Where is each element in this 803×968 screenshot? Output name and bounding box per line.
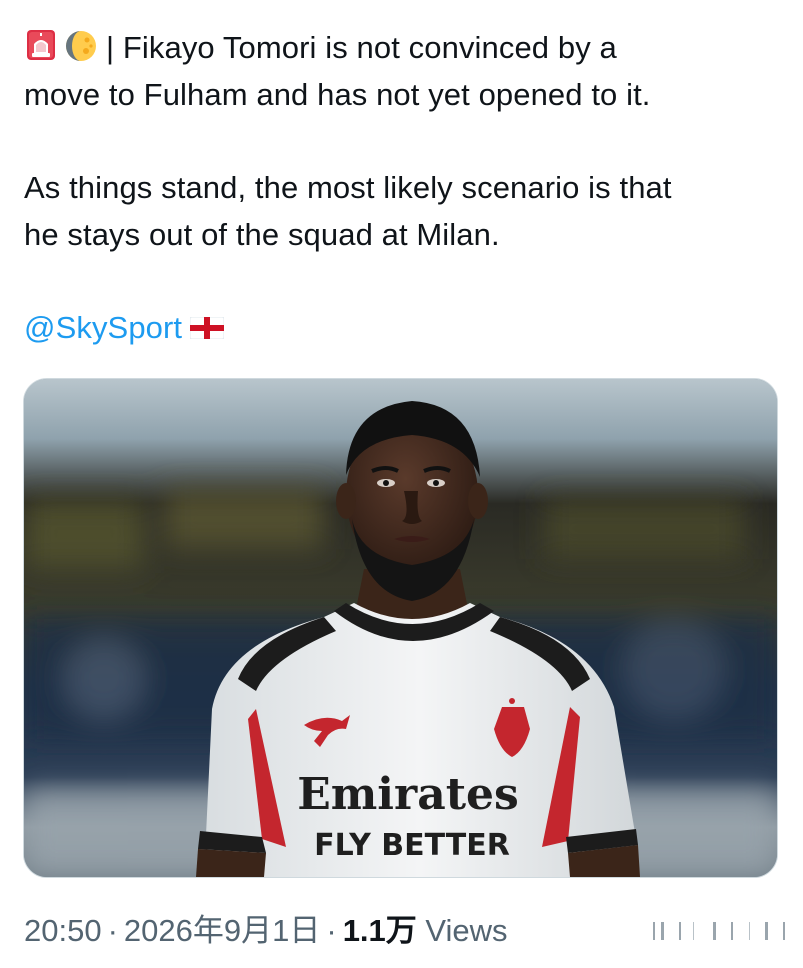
- tweet-photo[interactable]: Emirates FLY BETTER: [23, 378, 778, 878]
- tweet: | Fikayo Tomori is not convinced by a mo…: [0, 0, 803, 968]
- jersey-sponsor: Emirates: [297, 769, 519, 820]
- jersey-tagline: FLY BETTER: [314, 828, 510, 863]
- views-count: 1.1万: [342, 913, 417, 948]
- player-photo-image: Emirates FLY BETTER: [24, 379, 777, 877]
- tweet-meta: 20:50 · 2026年9月1日 · 1.1万 Views: [24, 908, 508, 954]
- meta-separator: ·: [107, 913, 118, 948]
- tweet-text: | Fikayo Tomori is not convinced by a mo…: [24, 24, 784, 351]
- tweet-line-4: he stays out of the squad at Milan.: [24, 217, 500, 252]
- tweet-line-3: As things stand, the most likely scenari…: [24, 170, 672, 205]
- siren-emoji-icon: [27, 30, 55, 60]
- england-flag-icon: [190, 317, 225, 339]
- tweet-time[interactable]: 20:50: [24, 913, 102, 948]
- meta-separator-2: ·: [326, 913, 337, 948]
- waning-moon-emoji-icon: [66, 31, 96, 61]
- watermark-icon: [653, 922, 785, 940]
- tweet-date[interactable]: 2026年9月1日: [124, 913, 320, 948]
- mention-link[interactable]: @SkySport: [24, 310, 182, 345]
- tweet-line-5: @SkySport: [24, 304, 784, 351]
- tweet-line-2: move to Fulham and has not yet opened to…: [24, 77, 651, 112]
- tweet-line-1-text: | Fikayo Tomori is not convinced by a: [106, 30, 617, 65]
- tweet-line-1: | Fikayo Tomori is not convinced by a: [24, 24, 784, 71]
- views-label: Views: [425, 913, 508, 948]
